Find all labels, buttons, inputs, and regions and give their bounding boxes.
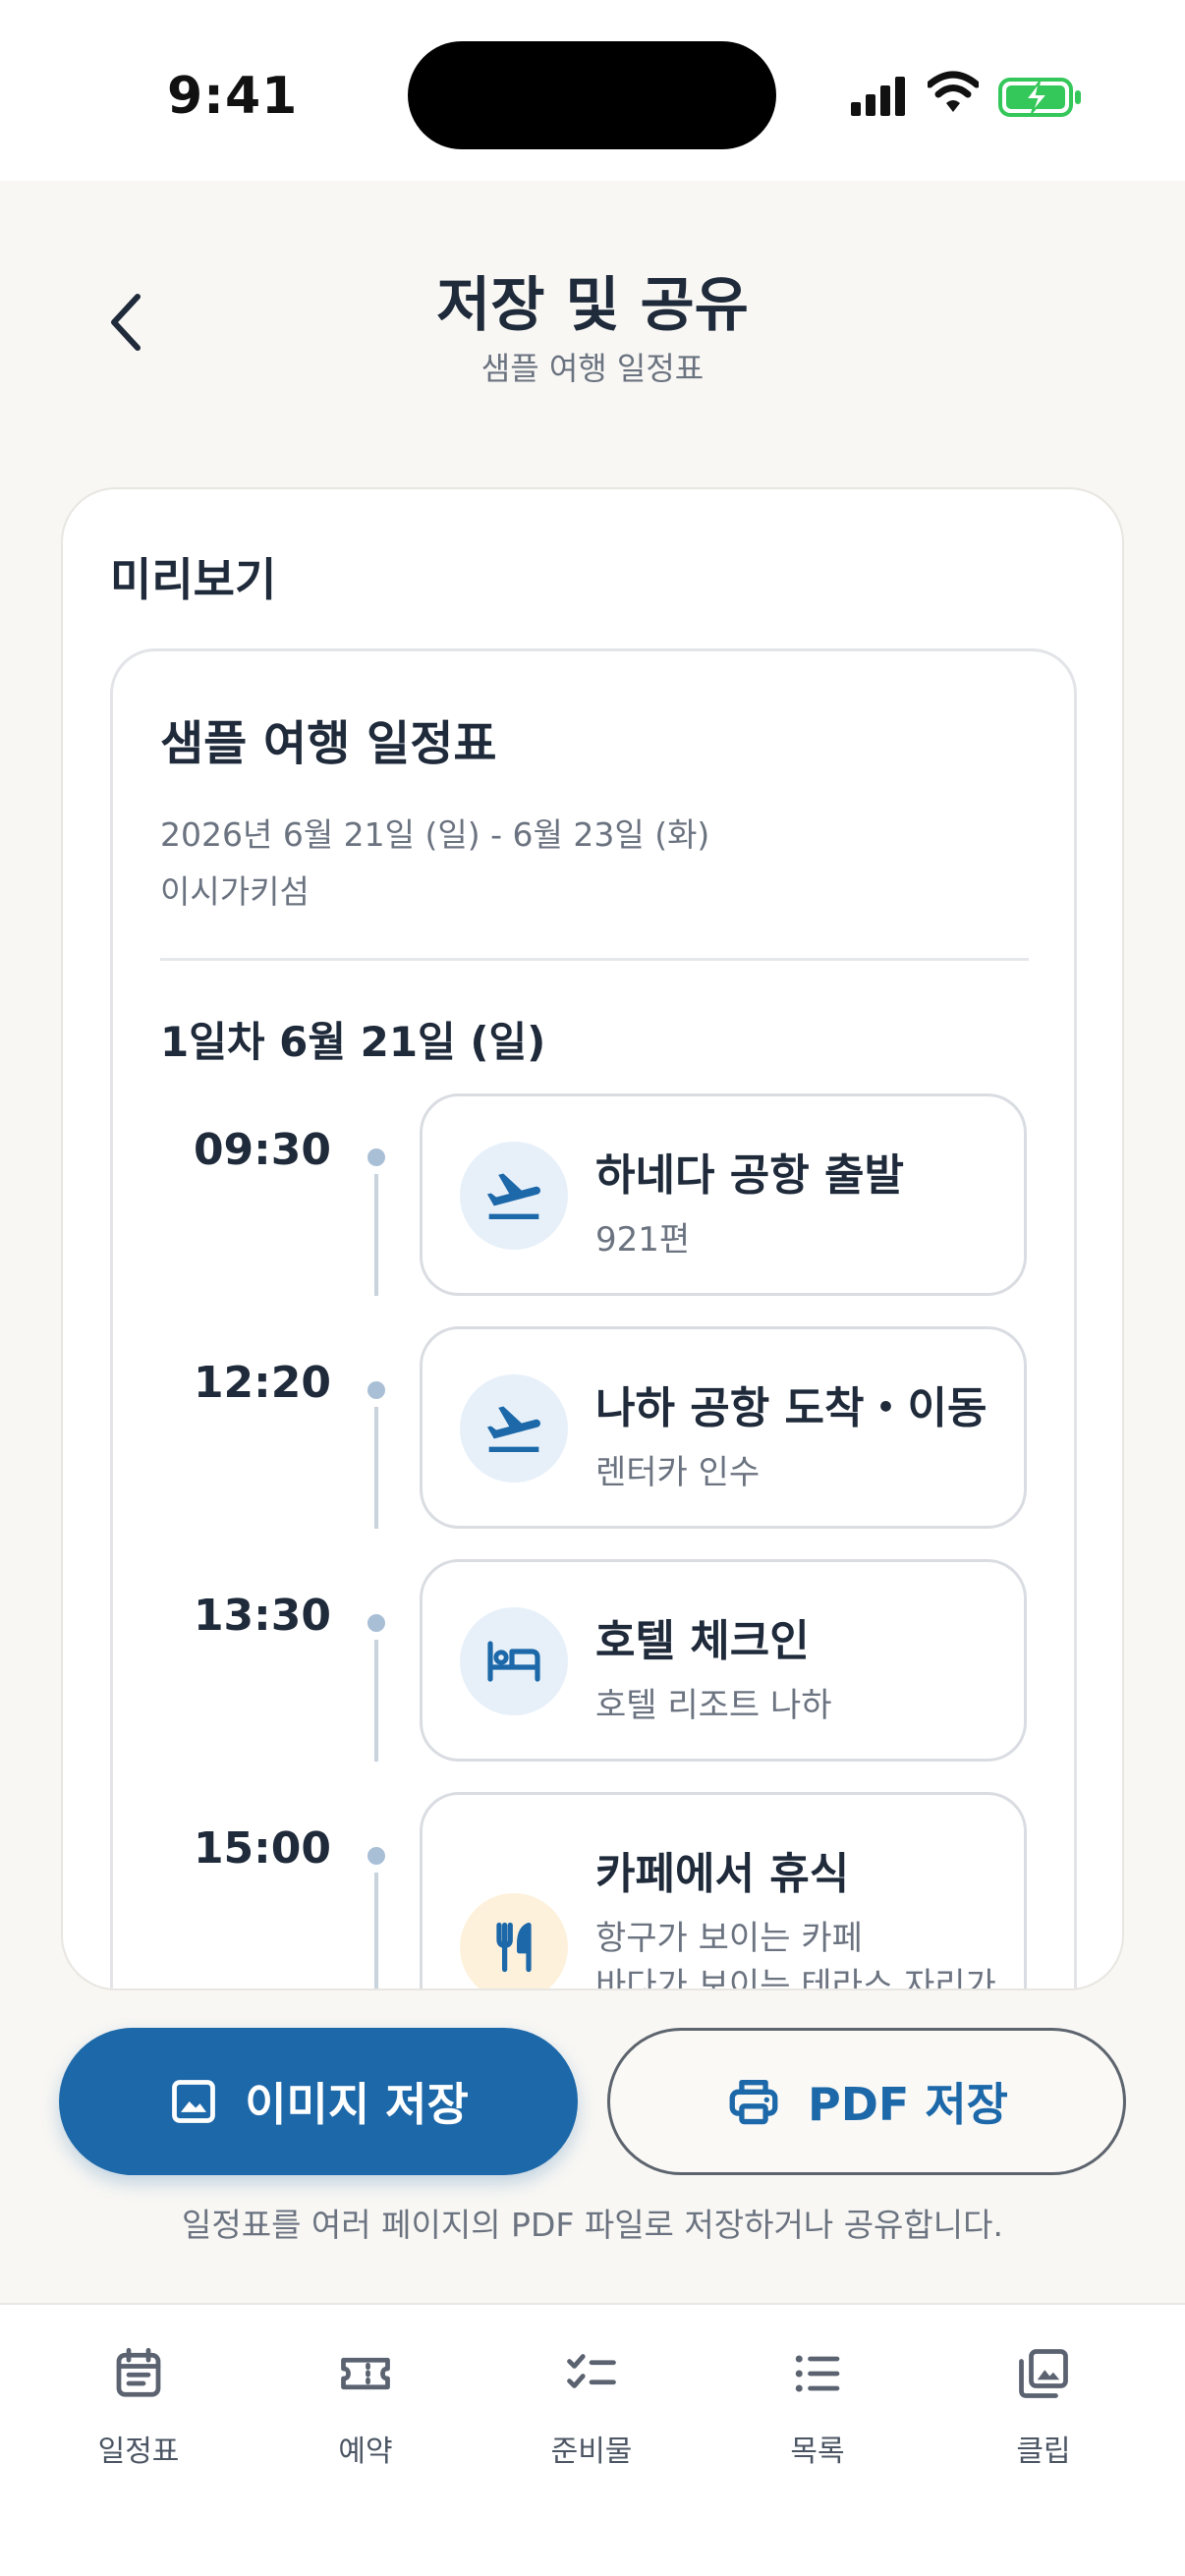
printer-icon	[729, 2080, 778, 2125]
preview-heading: 미리보기	[110, 553, 277, 606]
tab-label: 목록	[790, 2435, 845, 2469]
wifi-icon	[928, 71, 979, 112]
timeline-dot	[367, 1381, 385, 1399]
timeline-card: 카페에서 휴식 항구가 보이는 카페 바다가 보이는 테라스 자리가	[420, 1792, 1027, 1990]
itinerary-place: 이시가키섬	[160, 872, 310, 911]
timeline-time: 15:00	[193, 1823, 331, 1874]
timeline-title: 하네다 공항 출발	[595, 1150, 904, 1201]
timeline-item: 15:00 카페에서 휴식 항구가 보이는 카페 바다가 보이는 테라스 자리가	[113, 1792, 1080, 1990]
page-subtitle: 샘플 여행 일정표	[480, 350, 705, 387]
dynamic-island	[408, 41, 776, 149]
timeline-dot	[367, 1148, 385, 1166]
timeline-title: 호텔 체크인	[595, 1616, 810, 1666]
airplane-icon	[460, 1374, 568, 1483]
save-pdf-button[interactable]: PDF 저장	[607, 2028, 1126, 2175]
timeline-line	[374, 1640, 378, 1762]
ticket-icon	[341, 2357, 390, 2390]
tab-label: 일정표	[97, 2435, 180, 2469]
list-icon	[795, 2355, 840, 2392]
timeline-subtitle: 항구가 보이는 카페	[595, 1919, 863, 1958]
image-icon	[172, 2080, 216, 2123]
tab-itinerary[interactable]: 일정표	[50, 2344, 227, 2501]
timeline-time: 13:30	[193, 1591, 331, 1641]
timeline-item: 09:30 하네다 공항 출발 921편	[113, 1093, 1080, 1296]
bottom-tab-bar: 일정표 예약 준비물 목록 클립	[0, 2303, 1185, 2576]
utensils-icon	[460, 1893, 568, 1988]
calendar-list-icon	[116, 2347, 161, 2397]
timeline-note: 바다가 보이는 테라스 자리가	[595, 1966, 996, 1990]
save-hint-text: 일정표를 여러 페이지의 PDF 파일로 저장하거나 공유합니다.	[181, 2206, 1003, 2244]
save-image-label: 이미지 저장	[245, 2078, 469, 2131]
day-label: 1일차 6월 21일 (일)	[160, 1018, 546, 1066]
page-title: 저장 및 공유	[436, 271, 749, 340]
cellular-signal-icon	[851, 77, 905, 116]
status-time: 9:41	[167, 67, 299, 126]
airplane-icon	[460, 1142, 568, 1250]
tab-reservations[interactable]: 예약	[277, 2344, 454, 2501]
itinerary-title: 샘플 여행 일정표	[160, 716, 497, 771]
tab-list[interactable]: 목록	[729, 2344, 906, 2501]
preview-card[interactable]: 미리보기 샘플 여행 일정표 2026년 6월 21일 (일) - 6월 23일…	[61, 487, 1124, 1990]
bed-icon	[460, 1607, 568, 1715]
timeline-line	[374, 1174, 378, 1296]
timeline-item: 12:20 나하 공항 도착・이동 렌터카 인수	[113, 1326, 1080, 1529]
timeline-item: 13:30 호텔 체크인 호텔 리조트 나하	[113, 1559, 1080, 1762]
tab-label: 준비물	[550, 2435, 633, 2469]
tab-packing[interactable]: 준비물	[503, 2344, 680, 2501]
save-pdf-label: PDF 저장	[808, 2078, 1008, 2131]
divider	[160, 958, 1029, 961]
timeline-card: 나하 공항 도착・이동 렌터카 인수	[420, 1326, 1027, 1529]
checklist-icon	[567, 2354, 616, 2388]
timeline-subtitle: 렌터카 인수	[595, 1453, 761, 1492]
timeline-dot	[367, 1614, 385, 1632]
timeline-line	[374, 1407, 378, 1529]
timeline-title: 나하 공항 도착・이동	[595, 1383, 988, 1433]
gallery-icon	[1019, 2349, 1068, 2398]
timeline-subtitle: 호텔 리조트 나하	[595, 1686, 832, 1725]
timeline-subtitle: 921편	[595, 1220, 691, 1260]
tab-clips[interactable]: 클립	[955, 2344, 1132, 2501]
timeline-title: 카페에서 휴식	[595, 1849, 850, 1899]
itinerary-date-range: 2026년 6월 21일 (일) - 6월 23일 (화)	[160, 815, 710, 854]
battery-charging-icon	[998, 78, 1081, 117]
timeline-time: 12:20	[193, 1358, 331, 1408]
timeline-card: 호텔 체크인 호텔 리조트 나하	[420, 1559, 1027, 1762]
timeline-dot	[367, 1847, 385, 1865]
timeline-card: 하네다 공항 출발 921편	[420, 1093, 1027, 1296]
tab-label: 클립	[1016, 2435, 1071, 2469]
tab-label: 예약	[338, 2435, 393, 2469]
save-image-button[interactable]: 이미지 저장	[59, 2028, 578, 2175]
status-bar: 9:41	[0, 0, 1185, 181]
timeline-line	[374, 1873, 378, 1988]
timeline-time: 09:30	[193, 1125, 331, 1175]
itinerary-preview: 샘플 여행 일정표 2026년 6월 21일 (일) - 6월 23일 (화) …	[110, 648, 1080, 1990]
